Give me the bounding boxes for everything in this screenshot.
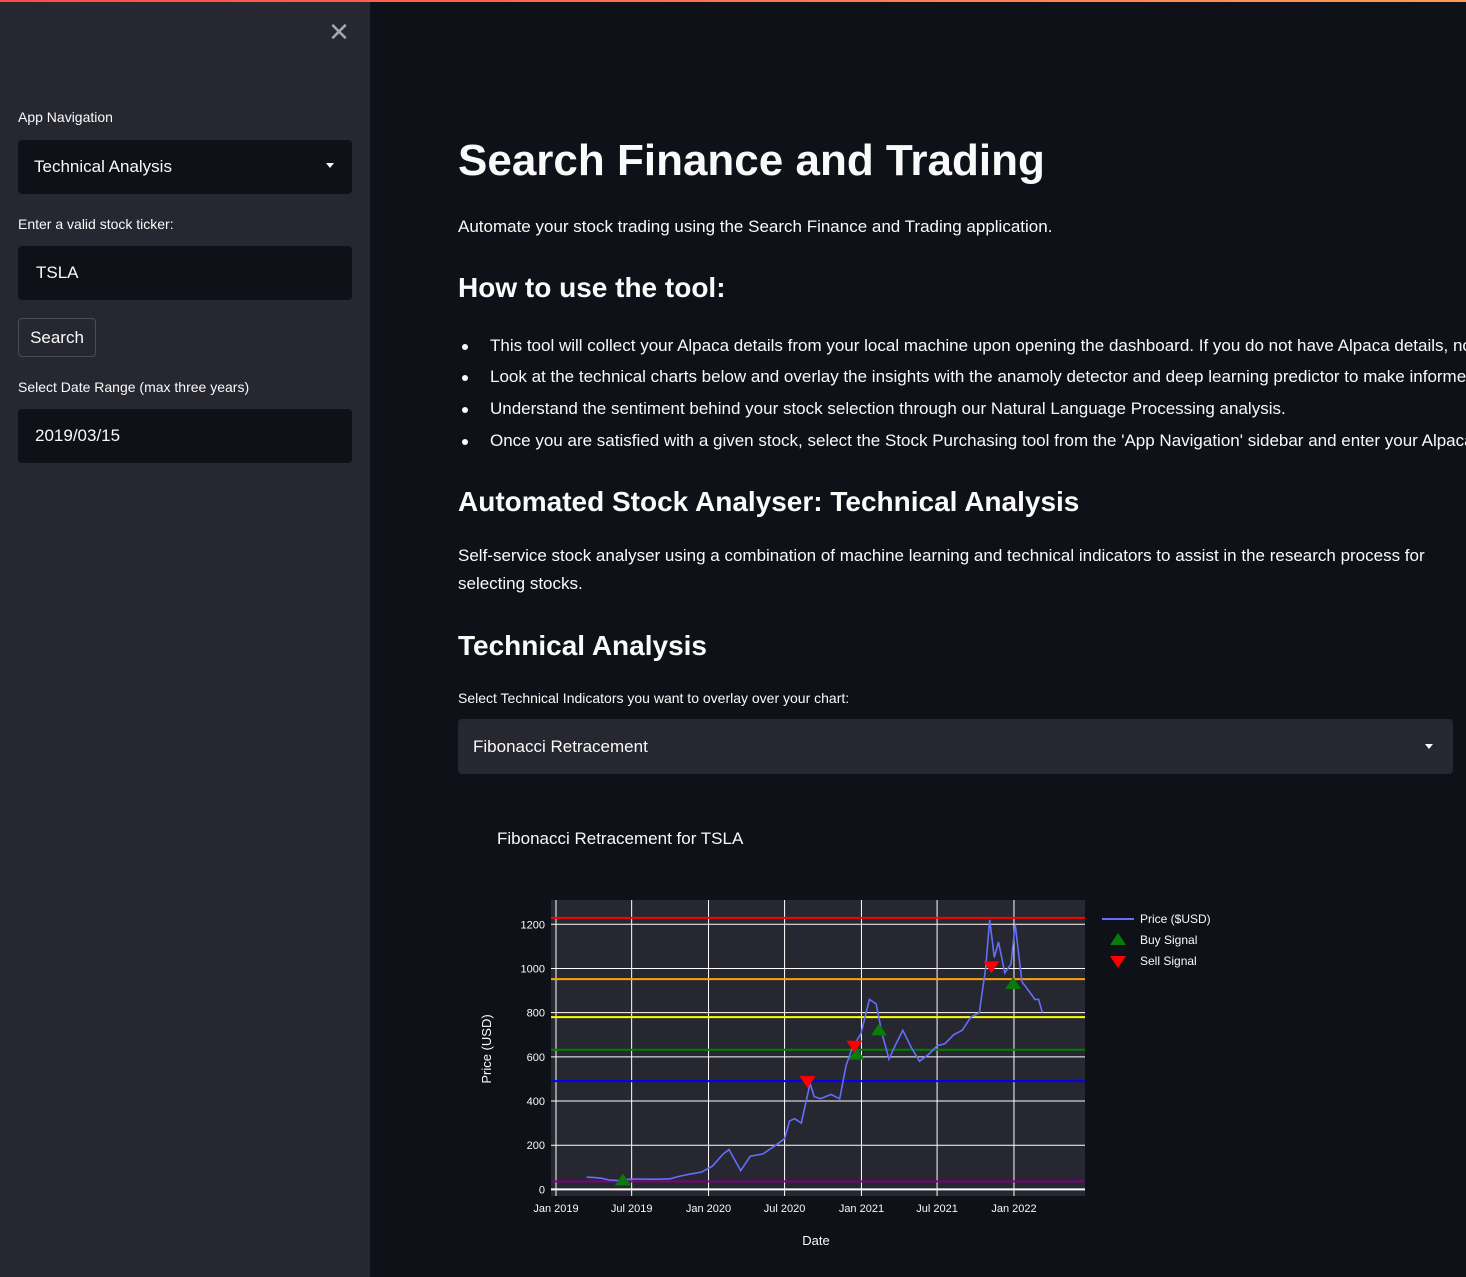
main-content: Search Finance and Trading Automate your… [370, 2, 1466, 1277]
bullet-dot [462, 439, 468, 445]
legend-label: Price ($USD) [1140, 912, 1211, 926]
y-tick-label: 200 [527, 1140, 545, 1152]
list-item-text: Understand the sentiment behind your sto… [490, 399, 1286, 418]
nav-select-value: Technical Analysis [34, 157, 172, 176]
legend-label: Buy Signal [1140, 933, 1197, 947]
ticker-label: Enter a valid stock ticker: [18, 216, 174, 232]
x-tick-label: Jul 2019 [611, 1203, 653, 1215]
ticker-input[interactable]: TSLA [18, 246, 352, 300]
y-tick-label: 800 [527, 1008, 545, 1020]
sidebar: ✕ App Navigation Technical Analysis Ente… [0, 2, 370, 1277]
fibonacci-chart[interactable]: 0 200 400 600 800 1000 1200 Jan 2019 Jul 2019 Ja… [370, 837, 1466, 1277]
chevron-down-icon [326, 163, 334, 168]
y-tick-label: 600 [527, 1052, 545, 1064]
howto-heading: How to use the tool: [458, 272, 726, 303]
analyser-heading: Automated Stock Analyser: Technical Anal… [458, 486, 1080, 517]
y-tick-label: 1200 [521, 919, 545, 931]
intro-text: Automate your stock trading using the Se… [458, 217, 1053, 236]
legend-sell-swatch [1110, 956, 1126, 968]
list-item-text: This tool will collect your Alpaca detai… [490, 336, 1466, 355]
analyser-description-cont: selecting stocks. [458, 574, 583, 593]
x-tick-label: Jan 2020 [686, 1203, 731, 1215]
date-range-value: 2019/03/15 [35, 426, 121, 445]
bullet-dot [462, 344, 468, 350]
y-tick-label: 400 [527, 1096, 545, 1108]
chart-legend: Price ($USD) Buy Signal Sell Signal [1102, 912, 1211, 968]
legend-label: Sell Signal [1140, 954, 1197, 968]
legend-buy-swatch [1110, 933, 1126, 945]
date-range-input[interactable]: 2019/03/15 [18, 409, 352, 463]
nav-select[interactable]: Technical Analysis [18, 140, 352, 194]
x-tick-label: Jan 2022 [991, 1203, 1036, 1215]
indicator-label: Select Technical Indicators you want to … [458, 690, 850, 706]
page-title: Search Finance and Trading [458, 136, 1045, 185]
date-range-label: Select Date Range (max three years) [18, 379, 250, 395]
bullet-dot [462, 375, 468, 381]
y-tick-label: 1000 [521, 963, 545, 975]
analyser-description: Self-service stock analyser using a comb… [458, 546, 1425, 565]
plot-area [551, 900, 1085, 1196]
x-tick-label: Jul 2021 [916, 1203, 958, 1215]
x-tick-label: Jan 2021 [839, 1203, 884, 1215]
y-tick-label: 0 [539, 1184, 545, 1196]
indicator-select[interactable]: Fibonacci Retracement [458, 719, 1453, 774]
technical-analysis-heading: Technical Analysis [458, 630, 707, 661]
y-axis-label: Price (USD) [479, 1014, 494, 1083]
ticker-input-value: TSLA [36, 263, 79, 282]
chevron-down-icon [1425, 744, 1433, 749]
x-tick-label: Jul 2020 [764, 1203, 806, 1215]
search-button[interactable]: Search [18, 318, 96, 357]
close-icon[interactable]: ✕ [328, 19, 350, 45]
nav-label: App Navigation [18, 109, 113, 125]
x-axis-label: Date [802, 1233, 829, 1248]
list-item-text: Look at the technical charts below and o… [490, 367, 1466, 386]
bullet-dot [462, 407, 468, 413]
x-tick-label: Jan 2019 [533, 1203, 578, 1215]
indicator-select-value: Fibonacci Retracement [473, 736, 648, 756]
list-item-text: Once you are satisfied with a given stoc… [490, 431, 1466, 450]
